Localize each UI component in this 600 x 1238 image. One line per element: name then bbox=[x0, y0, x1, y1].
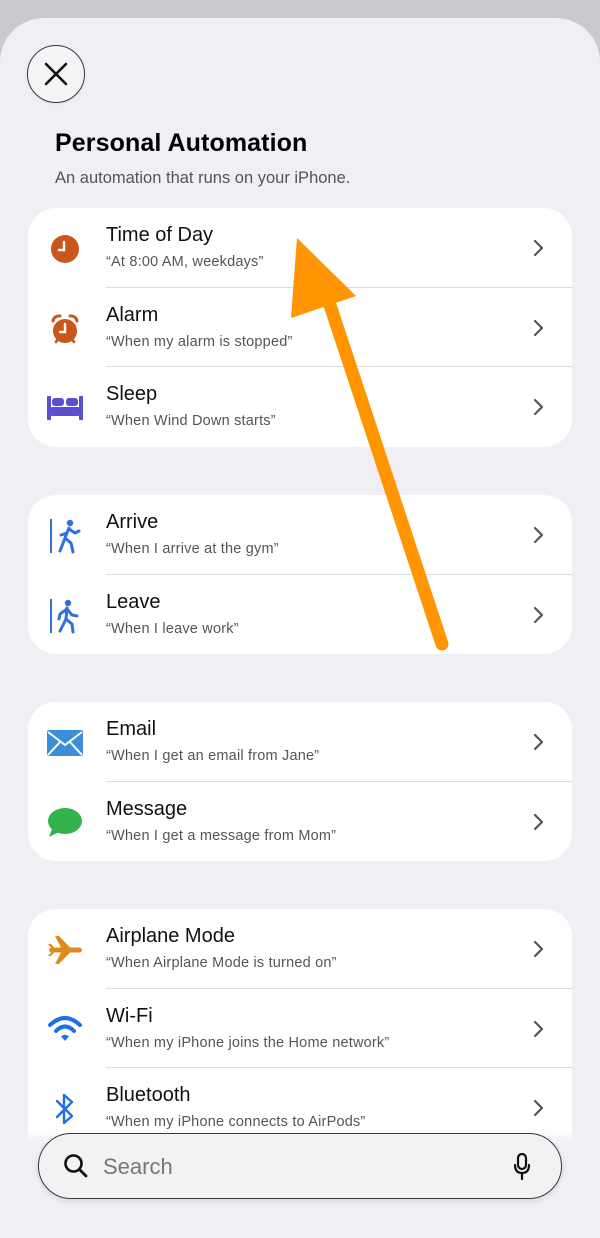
row-sleep[interactable]: Sleep “When Wind Down starts” bbox=[28, 367, 572, 447]
row-email[interactable]: Email “When I get an email from Jane” bbox=[28, 702, 572, 782]
row-time-of-day[interactable]: Time of Day “At 8:00 AM, weekdays” bbox=[28, 208, 572, 288]
airplane-icon bbox=[46, 931, 84, 969]
row-airplane-mode[interactable]: Airplane Mode “When Airplane Mode is tur… bbox=[28, 909, 572, 989]
page-title: Personal Automation bbox=[55, 129, 308, 157]
row-label: Sleep bbox=[106, 383, 158, 405]
search-icon bbox=[64, 1154, 88, 1178]
row-label: Leave bbox=[106, 590, 161, 613]
row-label: Time of Day bbox=[106, 224, 214, 246]
row-label: Arrive bbox=[106, 511, 159, 533]
row-wifi[interactable]: Wi-Fi “When my iPhone joins the Home net… bbox=[28, 989, 572, 1068]
mail-icon bbox=[46, 724, 84, 762]
row-label: Bluetooth bbox=[106, 1084, 191, 1106]
group-communication: Email “When I get an email from Jane” Me… bbox=[28, 702, 572, 861]
close-icon bbox=[44, 62, 68, 86]
row-arrive[interactable]: Arrive “When I arrive at the gym” bbox=[28, 495, 572, 575]
row-alarm[interactable]: Alarm “When my alarm is stopped” bbox=[28, 288, 572, 367]
row-description: “When I get an email from Jane” bbox=[106, 748, 320, 764]
wifi-icon bbox=[46, 1011, 84, 1049]
chevron-right-icon bbox=[533, 239, 544, 257]
row-description: “When I leave work” bbox=[106, 620, 239, 637]
bluetooth-icon bbox=[46, 1090, 84, 1128]
group-location: Arrive “When I arrive at the gym” Leave … bbox=[28, 495, 572, 654]
row-description: “When I arrive at the gym” bbox=[106, 541, 279, 557]
alarm-icon bbox=[46, 310, 84, 348]
close-button[interactable] bbox=[27, 45, 85, 103]
chevron-right-icon bbox=[533, 606, 544, 623]
row-label: Message bbox=[106, 797, 188, 820]
microphone-icon[interactable] bbox=[513, 1153, 531, 1181]
group-time: Time of Day “At 8:00 AM, weekdays” Alarm… bbox=[28, 208, 572, 447]
leave-icon bbox=[46, 597, 84, 635]
row-description: “When Wind Down starts” bbox=[106, 413, 276, 429]
search-bar[interactable] bbox=[38, 1133, 562, 1199]
row-label: Alarm bbox=[106, 303, 159, 326]
row-description: “When my iPhone joins the Home network” bbox=[106, 1034, 390, 1051]
row-description: “At 8:00 AM, weekdays” bbox=[106, 254, 264, 270]
chevron-right-icon bbox=[533, 733, 544, 751]
message-icon bbox=[46, 804, 84, 842]
chevron-right-icon bbox=[533, 813, 544, 830]
chevron-right-icon bbox=[533, 1099, 544, 1117]
search-input[interactable] bbox=[101, 1148, 485, 1186]
row-leave[interactable]: Leave “When I leave work” bbox=[28, 575, 572, 655]
chevron-right-icon bbox=[533, 526, 544, 544]
row-description: “When Airplane Mode is turned on” bbox=[106, 955, 337, 971]
row-description: “When I get a message from Mom” bbox=[106, 827, 337, 844]
automation-sheet: Personal Automation An automation that r… bbox=[0, 18, 600, 1238]
bed-icon bbox=[46, 389, 84, 427]
row-description: “When my iPhone connects to AirPods” bbox=[106, 1114, 366, 1130]
row-message[interactable]: Message “When I get a message from Mom” bbox=[28, 782, 572, 862]
chevron-right-icon bbox=[533, 398, 544, 416]
row-label: Airplane Mode bbox=[106, 925, 235, 947]
row-label: Wi-Fi bbox=[106, 1004, 153, 1027]
chevron-right-icon bbox=[533, 1020, 544, 1037]
row-description: “When my alarm is stopped” bbox=[106, 333, 293, 350]
clock-icon bbox=[46, 230, 84, 268]
chevron-right-icon bbox=[533, 319, 544, 336]
page-subtitle: An automation that runs on your iPhone. bbox=[55, 169, 351, 187]
arrive-icon bbox=[46, 517, 84, 555]
row-label: Email bbox=[106, 718, 157, 740]
chevron-right-icon bbox=[533, 940, 544, 958]
